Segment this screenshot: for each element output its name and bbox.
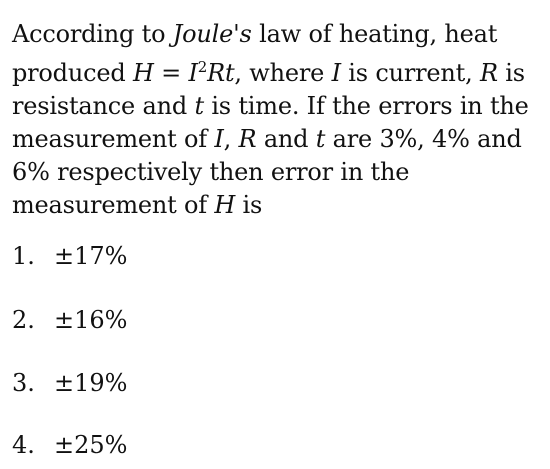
- joule-name: Joule's: [172, 20, 252, 48]
- formula-lhs: H: [132, 59, 154, 87]
- variable-resistance: R: [479, 59, 498, 87]
- question-segment: ,: [223, 125, 239, 153]
- option-number: 4.: [12, 431, 35, 459]
- variable-current: I: [331, 59, 341, 87]
- variable-time-2: t: [315, 125, 326, 153]
- variable-current-2: I: [214, 125, 224, 153]
- question-segment: , where: [234, 59, 332, 87]
- question-segment: According to: [12, 20, 173, 48]
- option-number: 2.: [12, 306, 35, 334]
- option-1[interactable]: 1. ±17%: [12, 241, 127, 271]
- question-text: According to Joule's law of heating, hea…: [12, 18, 544, 222]
- variable-heat: H: [214, 191, 236, 219]
- option-value: ±16%: [54, 306, 128, 334]
- variable-time: t: [194, 92, 204, 120]
- question-segment: is current,: [340, 59, 480, 87]
- question-segment: and: [256, 125, 316, 153]
- option-value: ±19%: [54, 369, 128, 397]
- formula-exponent: 2: [197, 58, 208, 76]
- formula-equals: =: [153, 59, 189, 87]
- formula-resistance-time: Rt: [207, 59, 235, 87]
- option-number: 1.: [12, 242, 35, 270]
- variable-resistance-2: R: [238, 125, 257, 153]
- option-value: ±25%: [54, 431, 128, 459]
- formula-current: I: [188, 59, 198, 87]
- question-segment: is: [235, 191, 263, 219]
- option-value: ±17%: [54, 242, 128, 270]
- option-number: 3.: [12, 369, 35, 397]
- option-3[interactable]: 3. ±19%: [12, 368, 127, 398]
- option-2[interactable]: 2. ±16%: [12, 305, 127, 335]
- option-4[interactable]: 4. ±25%: [12, 430, 127, 460]
